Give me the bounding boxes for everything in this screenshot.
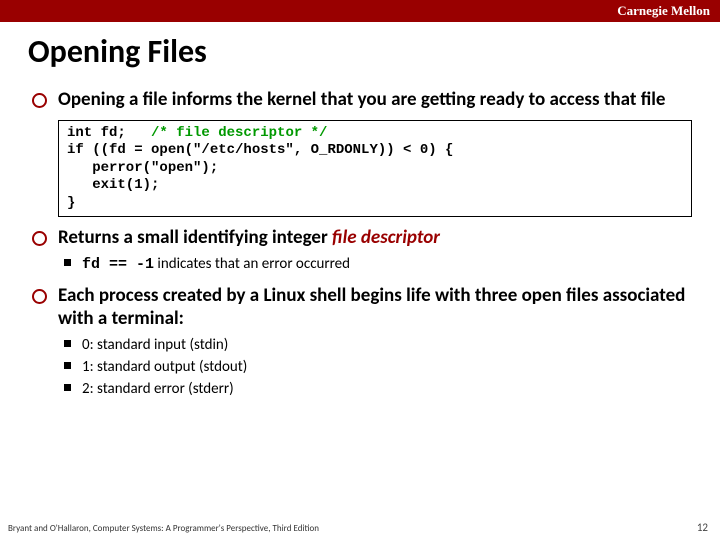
sub-list: fd == -1 indicates that an error occurre…	[58, 254, 692, 275]
mono-text: fd == -1	[82, 256, 154, 273]
footer-citation: Bryant and O'Hallaron, Computer Systems:…	[8, 523, 319, 534]
bullet-item: Each process created by a Linux shell be…	[28, 285, 692, 399]
code-comment: /* file descriptor */	[151, 125, 327, 141]
code-decl: int fd;	[67, 125, 151, 141]
header-bar: Carnegie Mellon	[0, 0, 720, 22]
page-number: 12	[697, 521, 708, 534]
sub-text: indicates that an error occurred	[154, 255, 350, 273]
bullet-item: Opening a file informs the kernel that y…	[28, 89, 692, 217]
bullet-list: Opening a file informs the kernel that y…	[28, 89, 692, 400]
bullet-lead: Returns a small identifying integer file…	[58, 227, 692, 250]
lead-emph: file descriptor	[332, 226, 440, 249]
code-block: int fd; /* file descriptor */ if ((fd = …	[58, 120, 692, 218]
bullet-item: Returns a small identifying integer file…	[28, 227, 692, 275]
slide-content: Opening Files Opening a file informs the…	[0, 22, 720, 400]
sub-item: 2: standard error (stderr)	[58, 379, 692, 399]
lead-text: Returns a small identifying integer	[58, 226, 332, 249]
sub-list: 0: standard input (stdin) 1: standard ou…	[58, 335, 692, 400]
sub-item: 0: standard input (stdin)	[58, 335, 692, 355]
sub-item: 1: standard output (stdout)	[58, 357, 692, 377]
footer: Bryant and O'Hallaron, Computer Systems:…	[8, 521, 708, 534]
org-name: Carnegie Mellon	[617, 3, 710, 19]
code-body: if ((fd = open("/etc/hosts", O_RDONLY)) …	[67, 142, 453, 211]
sub-item: fd == -1 indicates that an error occurre…	[58, 254, 692, 275]
slide-title: Opening Files	[28, 32, 692, 71]
bullet-lead: Opening a file informs the kernel that y…	[58, 89, 692, 112]
bullet-lead: Each process created by a Linux shell be…	[58, 285, 692, 331]
